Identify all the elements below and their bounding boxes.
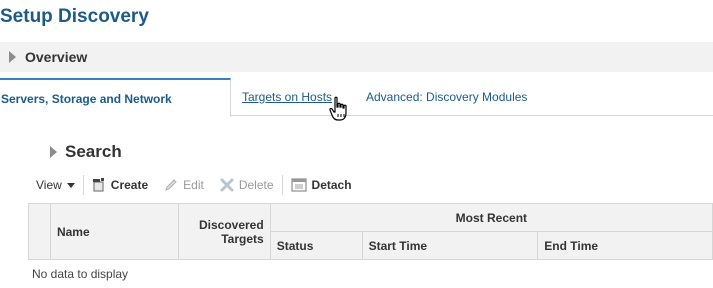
- tab-targets-on-hosts[interactable]: Targets on Hosts: [236, 78, 338, 116]
- search-label: Search: [65, 142, 122, 161]
- view-label: View: [36, 178, 62, 192]
- create-label: Create: [110, 178, 149, 192]
- toolbar: View Create Edit Delete Detach: [28, 172, 713, 198]
- expand-triangle-icon[interactable]: [50, 146, 57, 158]
- create-icon: [92, 178, 104, 192]
- create-button[interactable]: Create: [84, 172, 156, 198]
- detach-icon: [291, 178, 307, 192]
- page-title: Setup Discovery: [0, 6, 149, 27]
- delete-button[interactable]: Delete: [212, 172, 282, 198]
- hand-cursor-icon: [329, 96, 347, 121]
- row-selector-header: [28, 203, 51, 260]
- overview-label: Overview: [25, 49, 88, 65]
- column-header-discovered-targets[interactable]: Discovered Targets: [177, 203, 271, 260]
- column-header-name[interactable]: Name: [49, 203, 179, 260]
- tab-advanced-discovery-modules[interactable]: Advanced: Discovery Modules: [360, 78, 533, 116]
- discovery-table: Name Discovered Targets Most Recent Stat…: [28, 203, 713, 260]
- chevron-down-icon: [66, 182, 75, 188]
- edit-label: Edit: [183, 178, 204, 192]
- edit-button[interactable]: Edit: [156, 172, 212, 198]
- overview-section-header[interactable]: Overview: [0, 42, 713, 72]
- detach-label: Detach: [311, 178, 352, 192]
- expand-triangle-icon[interactable]: [9, 51, 16, 63]
- column-header-status[interactable]: Status: [269, 231, 363, 260]
- column-header-start-time[interactable]: Start Time: [361, 231, 539, 260]
- tab-servers-storage-network[interactable]: Servers, Storage and Network: [0, 78, 231, 117]
- detach-button[interactable]: Detach: [283, 172, 360, 198]
- discovered-line1: Discovered: [198, 217, 264, 232]
- column-group-most-recent: Most Recent: [269, 203, 713, 232]
- delete-label: Delete: [238, 178, 274, 192]
- pencil-icon: [165, 179, 177, 191]
- search-section-header[interactable]: Search: [50, 142, 122, 162]
- empty-table-message: No data to display: [28, 259, 713, 288]
- column-header-end-time[interactable]: End Time: [537, 231, 713, 260]
- delete-x-icon: [220, 178, 234, 192]
- discovered-line2: Targets: [221, 231, 264, 246]
- tab-bar: Servers, Storage and Network Targets on …: [0, 78, 713, 117]
- view-menu-button[interactable]: View: [28, 172, 83, 198]
